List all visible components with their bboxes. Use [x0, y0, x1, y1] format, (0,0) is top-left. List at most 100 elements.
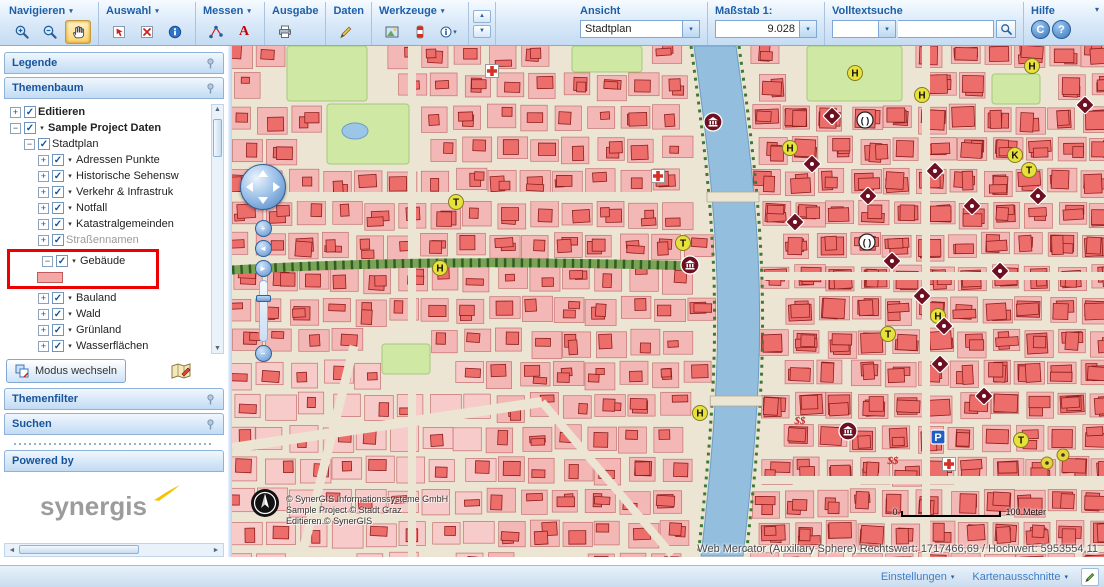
search-input[interactable] — [898, 20, 994, 38]
scroll-left-icon[interactable]: ◄ — [5, 547, 19, 554]
toolbar-collapse-up-button[interactable]: ▲ — [473, 10, 491, 23]
map-marker-pharmacy[interactable]: $$ — [794, 415, 807, 427]
map-marker-museum[interactable] — [839, 422, 857, 440]
layer-checkbox[interactable]: ✓ — [52, 218, 64, 230]
kartenausschnitte-link[interactable]: Kartenausschnitte ▾ — [972, 571, 1068, 583]
tree-expander-icon[interactable]: + — [38, 293, 49, 304]
map-marker-stop[interactable]: T — [676, 236, 691, 251]
pin-icon[interactable] — [205, 394, 216, 405]
tree-item-adressen-punkte[interactable]: +✓▾Adressen Punkte — [6, 152, 210, 168]
toolbar-options-dropdown[interactable]: ▾ — [1095, 5, 1099, 14]
zoom-in-button[interactable] — [9, 20, 35, 44]
map-marker-stop[interactable]: H — [848, 66, 863, 81]
layer-menu-arrow-icon[interactable]: ▾ — [66, 220, 74, 228]
tree-item-wasserfl-chen[interactable]: +✓▾Wasserflächen — [6, 338, 210, 354]
tree-expander-icon[interactable]: + — [38, 219, 49, 230]
layer-checkbox[interactable]: ✓ — [52, 234, 64, 246]
pin-icon[interactable] — [205, 419, 216, 430]
pan-down-icon[interactable] — [258, 197, 268, 204]
tree-expander-icon[interactable]: + — [38, 171, 49, 182]
tree-scrollbar[interactable]: ▲ ▼ — [211, 104, 224, 354]
tree-item-stadtplan[interactable]: −✓Stadtplan — [6, 136, 210, 152]
previous-extent-button[interactable]: ◄ — [255, 240, 272, 257]
tree-item-stra-ennamen[interactable]: +✓Straßennamen — [6, 232, 210, 248]
pan-left-icon[interactable] — [246, 182, 253, 192]
layer-checkbox[interactable]: ✓ — [56, 255, 68, 267]
layer-checkbox[interactable]: ✓ — [52, 170, 64, 182]
werkzeuge-menu[interactable]: Werkzeuge ▾ — [379, 4, 461, 17]
tree-item-katastralgemeinden[interactable]: +✓▾Katastralgemeinden — [6, 216, 210, 232]
map-marker-stop[interactable]: T — [1022, 163, 1037, 178]
panel-header-legende[interactable]: Legende — [4, 52, 224, 74]
layer-checkbox[interactable]: ✓ — [52, 292, 64, 304]
layer-checkbox[interactable]: ✓ — [52, 324, 64, 336]
map-marker-stop[interactable]: T — [881, 327, 896, 342]
measure-button[interactable] — [203, 20, 229, 44]
panel-resize-handle[interactable] — [14, 440, 214, 448]
map-marker-hospital[interactable] — [652, 170, 665, 183]
layer-menu-arrow-icon[interactable]: ▾ — [66, 172, 74, 180]
einstellungen-link[interactable]: Einstellungen ▾ — [881, 571, 955, 583]
map-edit-button[interactable] — [166, 359, 196, 383]
rescue-tool-button[interactable] — [407, 20, 433, 44]
map-marker-stop[interactable]: H — [433, 261, 448, 276]
map-marker-stop[interactable]: T — [1014, 433, 1029, 448]
zoom-slider-handle[interactable] — [256, 295, 271, 302]
layer-checkbox[interactable]: ✓ — [52, 202, 64, 214]
select-button[interactable] — [106, 20, 132, 44]
navigieren-menu[interactable]: Navigieren ▾ — [9, 4, 91, 17]
panel-header-themenfilter[interactable]: Themenfilter — [4, 388, 224, 410]
tree-item-historische-sehensw[interactable]: +✓▾Historische Sehensw — [6, 168, 210, 184]
map-marker-theater[interactable]: ( ) — [857, 112, 873, 128]
auswahl-menu[interactable]: Auswahl ▾ — [106, 4, 188, 17]
tree-item-verkehr-infrastruk[interactable]: +✓▾Verkehr & Infrastruk — [6, 184, 210, 200]
pan-up-icon[interactable] — [258, 170, 268, 177]
pin-icon[interactable] — [205, 83, 216, 94]
print-button[interactable] — [272, 20, 298, 44]
help-button[interactable]: ? — [1052, 20, 1071, 39]
map-marker-museum[interactable] — [681, 256, 699, 274]
next-extent-button[interactable]: ► — [255, 260, 272, 277]
clear-selection-button[interactable] — [134, 20, 160, 44]
map-marker-stop[interactable]: K — [1008, 148, 1023, 163]
daten-menu[interactable]: Daten — [333, 4, 364, 17]
tree-expander-icon[interactable]: + — [38, 203, 49, 214]
sidebar-h-scrollbar[interactable]: ◄ ► — [4, 543, 224, 557]
scrollbar-thumb[interactable] — [213, 119, 222, 157]
map-marker-stop[interactable]: H — [915, 88, 930, 103]
layer-checkbox[interactable]: ✓ — [38, 138, 50, 150]
layer-menu-arrow-icon[interactable]: ▾ — [66, 188, 74, 196]
map-marker-hospital[interactable] — [486, 65, 499, 78]
tree-expander-icon[interactable]: − — [42, 256, 53, 267]
layer-menu-arrow-icon[interactable]: ▾ — [66, 326, 74, 334]
massstab-select[interactable]: 9.028 ▾ — [715, 20, 817, 38]
map-marker-hospital[interactable] — [943, 458, 956, 471]
map-canvas[interactable]: HHHHKTTHTHTHT( )( )P$$$$ — [232, 46, 1104, 557]
scrollbar-thumb[interactable] — [19, 545, 139, 554]
tree-expander-icon[interactable]: + — [38, 341, 49, 352]
layer-checkbox[interactable]: ✓ — [52, 154, 64, 166]
map-marker-parking[interactable]: P — [931, 430, 945, 444]
layer-menu-arrow-icon[interactable]: ▾ — [38, 124, 46, 132]
footer-edit-button[interactable] — [1081, 568, 1099, 586]
layer-menu-arrow-icon[interactable]: ▾ — [66, 310, 74, 318]
map-marker-stop[interactable]: H — [693, 406, 708, 421]
pin-icon[interactable] — [205, 58, 216, 69]
tree-item-wald[interactable]: +✓▾Wald — [6, 306, 210, 322]
tree-expander-icon[interactable]: + — [38, 309, 49, 320]
zoom-out-button[interactable] — [37, 20, 63, 44]
tree-item-gr-nland[interactable]: +✓▾Grünland — [6, 322, 210, 338]
map-marker-poi[interactable] — [1041, 457, 1053, 469]
toolbar-collapse-down-button[interactable]: ▼ — [473, 25, 491, 38]
tree-expander-icon[interactable]: + — [38, 187, 49, 198]
tree-expander-icon[interactable]: − — [24, 139, 35, 150]
chevron-down-icon[interactable]: ▾ — [799, 21, 816, 37]
tree-expander-icon[interactable]: + — [38, 235, 49, 246]
tree-expander-icon[interactable]: − — [10, 123, 21, 134]
layer-menu-arrow-icon[interactable]: ▾ — [70, 257, 78, 265]
text-tool-button[interactable]: A — [231, 20, 257, 44]
image-tool-button[interactable] — [379, 20, 405, 44]
identify-button[interactable] — [162, 20, 188, 44]
tree-expander-icon[interactable]: + — [10, 107, 21, 118]
messen-menu[interactable]: Messen ▾ — [203, 4, 257, 17]
